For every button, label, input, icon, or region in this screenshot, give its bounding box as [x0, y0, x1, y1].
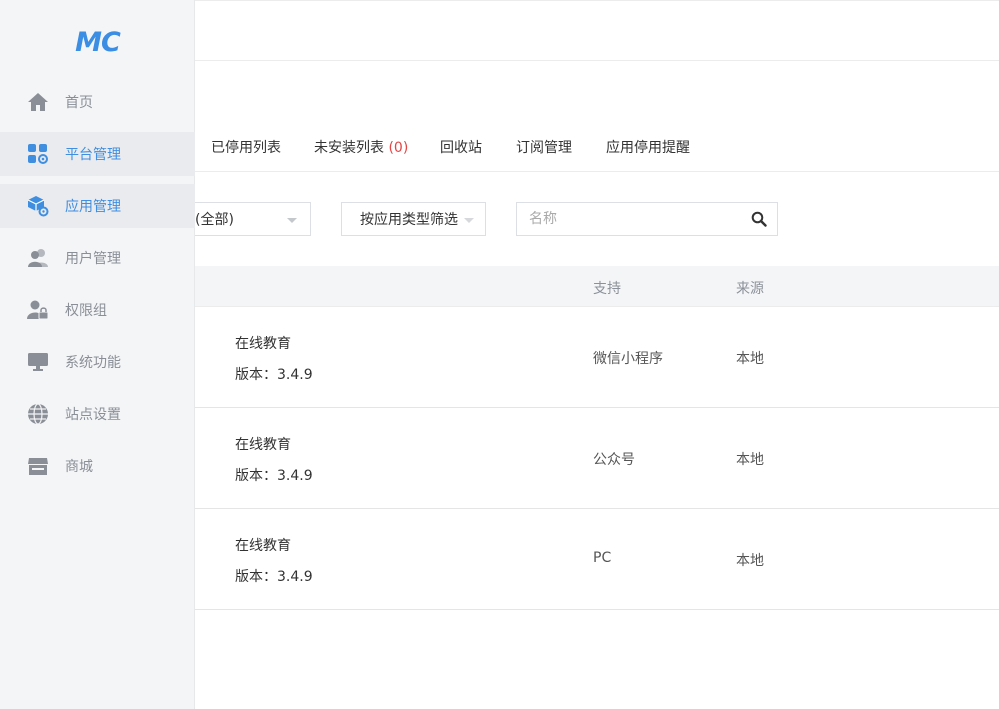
app-support: PC	[593, 550, 612, 566]
tab-bar: 已停用列表 未安装列表 (0) 回收站 订阅管理 应用停用提醒	[195, 128, 999, 172]
sidebar-item-platform[interactable]: 平台管理	[0, 132, 195, 176]
tab-not-installed[interactable]: 未安装列表 (0)	[314, 137, 408, 157]
store-icon	[26, 454, 50, 478]
user-lock-icon	[26, 298, 50, 322]
tab-not-installed-count: (0)	[388, 140, 409, 156]
app-support: 公众号	[593, 452, 635, 468]
globe-icon	[26, 402, 50, 426]
logo-text: MC	[75, 26, 121, 58]
sidebar-item-permissions[interactable]: 权限组	[0, 288, 195, 332]
type-filter-select[interactable]: 按应用类型筛选	[341, 202, 486, 236]
sidebar-nav: 首页 平台管理 应用管理 用户管理 权限组 系统功能 站点设置 商城	[0, 80, 195, 496]
sidebar-item-users[interactable]: 用户管理	[0, 236, 195, 280]
logo[interactable]: MC	[0, 24, 195, 60]
home-icon	[26, 90, 50, 114]
sidebar-item-store[interactable]: 商城	[0, 444, 195, 488]
monitor-icon	[26, 350, 50, 374]
chevron-down-icon	[464, 218, 474, 223]
column-header-source: 来源	[736, 281, 764, 297]
sidebar-item-site-settings[interactable]: 站点设置	[0, 392, 195, 436]
sidebar-item-system[interactable]: 系统功能	[0, 340, 195, 384]
app-version: 版本：3.4.9	[235, 569, 313, 585]
app-source: 本地	[736, 351, 764, 367]
sidebar-item-label: 权限组	[65, 303, 107, 319]
tab-disabled-list[interactable]: 已停用列表	[211, 137, 281, 157]
search-box	[516, 202, 778, 236]
status-filter-select[interactable]: (全部)	[195, 202, 311, 236]
table-row[interactable]: 在线教育 版本：3.4.9 PC 本地	[195, 509, 999, 610]
app-version: 版本：3.4.9	[235, 468, 313, 484]
top-header	[195, 0, 999, 61]
sidebar-item-label: 系统功能	[65, 355, 121, 371]
app-source: 本地	[736, 452, 764, 468]
sidebar-item-label: 商城	[65, 459, 93, 475]
app-version: 版本：3.4.9	[235, 367, 313, 383]
sidebar-item-label: 首页	[65, 95, 93, 111]
sidebar-item-label: 站点设置	[65, 407, 121, 423]
table-row[interactable]: 在线教育 版本：3.4.9 微信小程序 本地	[195, 307, 999, 408]
app-name: 在线教育	[235, 336, 291, 352]
tab-subscription[interactable]: 订阅管理	[516, 137, 572, 157]
table-row[interactable]: 在线教育 版本：3.4.9 公众号 本地	[195, 408, 999, 509]
sidebar-item-apps[interactable]: 应用管理	[0, 184, 195, 228]
tab-not-installed-label: 未安装列表	[314, 140, 384, 156]
sidebar-item-label: 用户管理	[65, 251, 121, 267]
grid-gear-icon	[26, 142, 50, 166]
type-filter-value: 按应用类型筛选	[360, 212, 458, 228]
status-filter-value: (全部)	[195, 212, 234, 228]
users-icon	[26, 246, 50, 270]
app-name: 在线教育	[235, 538, 291, 554]
app-source: 本地	[736, 553, 764, 569]
sidebar-item-label: 平台管理	[65, 147, 121, 163]
sidebar-item-home[interactable]: 首页	[0, 80, 195, 124]
column-header-support: 支持	[593, 281, 621, 297]
table-header: 支持 来源	[195, 266, 999, 307]
tab-recycle-bin[interactable]: 回收站	[440, 137, 482, 157]
tab-disable-reminder[interactable]: 应用停用提醒	[606, 137, 690, 157]
app-support: 微信小程序	[593, 351, 663, 367]
search-icon[interactable]	[751, 211, 767, 227]
chevron-down-icon	[287, 218, 297, 223]
search-input[interactable]	[517, 203, 737, 235]
sidebar-item-label: 应用管理	[65, 199, 121, 215]
cube-gear-icon	[26, 194, 50, 218]
app-name: 在线教育	[235, 437, 291, 453]
sidebar: MC 首页 平台管理 应用管理 用户管理 权限组 系统功能 站点设置 商城	[0, 0, 195, 709]
